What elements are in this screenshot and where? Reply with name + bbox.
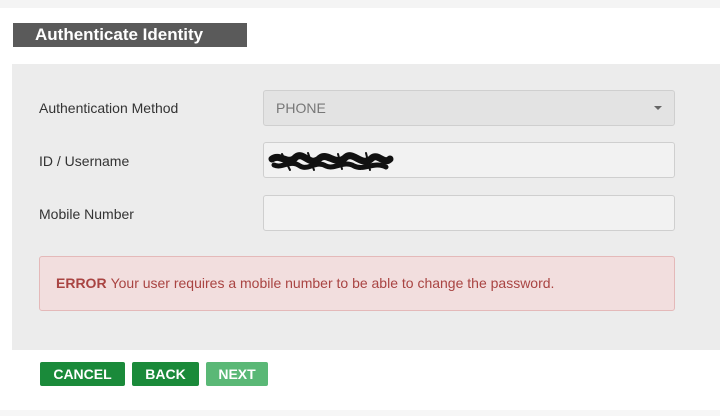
error-alert: ERROR Your user requires a mobile number …	[39, 256, 675, 311]
username-label: ID / Username	[39, 153, 130, 169]
mobile-label: Mobile Number	[39, 206, 134, 222]
error-prefix: ERROR	[56, 275, 107, 291]
auth-method-label: Authentication Method	[39, 100, 179, 116]
mobile-number-input[interactable]	[263, 195, 675, 231]
next-button[interactable]: NEXT	[206, 362, 268, 386]
form-panel: Authentication Method PHONE ID / Usernam…	[12, 64, 720, 350]
back-button[interactable]: BACK	[132, 362, 199, 386]
redaction-scribble-icon	[268, 152, 394, 171]
bottom-strip	[0, 410, 720, 416]
cancel-button[interactable]: CANCEL	[40, 362, 125, 386]
auth-method-value: PHONE	[276, 100, 326, 116]
page-title: Authenticate Identity	[13, 23, 247, 47]
error-message: Your user requires a mobile number to be…	[110, 275, 555, 291]
username-input[interactable]	[263, 142, 675, 178]
dropdown-caret-icon	[654, 106, 662, 110]
auth-method-select[interactable]: PHONE	[263, 90, 675, 126]
top-strip	[0, 0, 720, 8]
